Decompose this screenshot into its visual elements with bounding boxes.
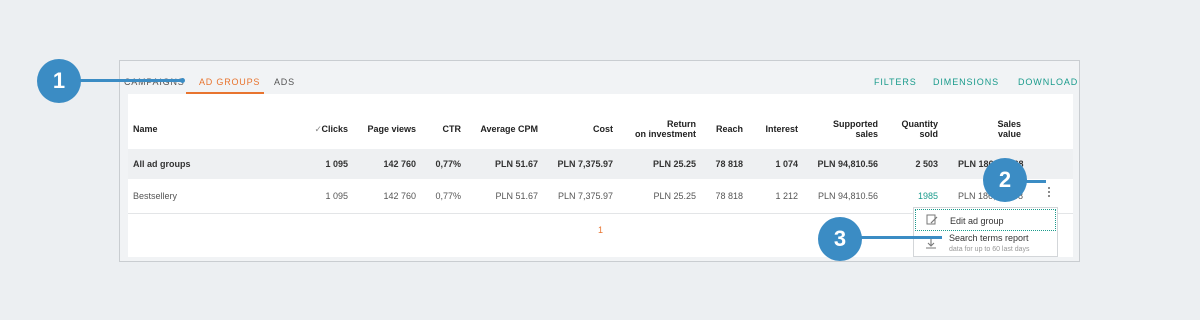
header-supported-line2: sales bbox=[855, 129, 878, 139]
cell-ctr: 0,77% bbox=[435, 191, 461, 201]
menu-item-edit-ad-group[interactable]: Edit ad group bbox=[915, 209, 1056, 231]
cell-clicks: 1 095 bbox=[325, 191, 348, 201]
cell-quantity-sold-link[interactable]: 1985 bbox=[888, 191, 938, 201]
filters-button[interactable]: FILTERS bbox=[874, 77, 917, 87]
callout-1-leader-end bbox=[180, 78, 185, 83]
callout-3-badge: 3 bbox=[818, 217, 862, 261]
table-row-total: All ad groups 1 095 142 760 0,77% PLN 51… bbox=[128, 149, 1073, 179]
cell-ctr: 0,77% bbox=[435, 159, 461, 169]
callout-1-leader bbox=[78, 79, 182, 82]
header-quantity-line2: sold bbox=[919, 129, 938, 139]
search-terms-report-note: data for up to 60 last days bbox=[949, 246, 1030, 253]
header-ctr[interactable]: CTR bbox=[428, 124, 462, 134]
download-icon bbox=[926, 239, 936, 249]
header-average-cpm[interactable]: Average CPM bbox=[468, 124, 538, 134]
cell-name: Bestsellery bbox=[133, 191, 178, 201]
header-cost[interactable]: Cost bbox=[558, 124, 613, 134]
header-roi[interactable]: Return on investment bbox=[618, 119, 696, 139]
callout-3-leader bbox=[858, 236, 942, 239]
cell-reach: 78 818 bbox=[715, 159, 743, 169]
cell-quantity-sold: 2 503 bbox=[915, 159, 938, 169]
tab-ads[interactable]: ADS bbox=[274, 77, 295, 87]
cell-average-cpm: PLN 51.67 bbox=[495, 191, 538, 201]
cell-cost: PLN 7,375.97 bbox=[557, 191, 613, 201]
cell-clicks: 1 095 bbox=[325, 159, 348, 169]
header-supported-line1: Supported bbox=[833, 119, 878, 129]
cell-cost: PLN 7,375.97 bbox=[557, 159, 613, 169]
cell-reach: 78 818 bbox=[715, 191, 743, 201]
tab-bar: CAMPAIGNS AD GROUPS ADS FILTERS DIMENSIO… bbox=[120, 61, 1079, 95]
row-actions-menu: Edit ad group Search terms report data f… bbox=[913, 207, 1058, 257]
cell-page-views: 142 760 bbox=[383, 191, 416, 201]
cell-interest: 1 212 bbox=[775, 191, 798, 201]
search-terms-report-label: Search terms report bbox=[949, 233, 1029, 243]
header-quantity-sold[interactable]: Quantity sold bbox=[888, 119, 938, 139]
dimensions-button[interactable]: DIMENSIONS bbox=[933, 77, 999, 87]
header-supported-sales[interactable]: Supported sales bbox=[808, 119, 878, 139]
cell-supported-sales: PLN 94,810.56 bbox=[817, 191, 878, 201]
pagination-page-1[interactable]: 1 bbox=[598, 225, 603, 235]
download-button[interactable]: DOWNLOAD bbox=[1018, 77, 1078, 87]
cell-name: All ad groups bbox=[133, 159, 191, 169]
header-page-views[interactable]: Page views bbox=[353, 124, 416, 134]
edit-ad-group-label: Edit ad group bbox=[950, 216, 1004, 226]
header-sales-line1: Sales bbox=[997, 119, 1021, 129]
header-roi-line1: Return bbox=[667, 119, 696, 129]
header-quantity-line1: Quantity bbox=[901, 119, 938, 129]
cell-interest: 1 074 bbox=[775, 159, 798, 169]
cell-roi: PLN 25.25 bbox=[652, 159, 696, 169]
callout-2-leader bbox=[1024, 180, 1046, 183]
cell-average-cpm: PLN 51.67 bbox=[494, 159, 538, 169]
header-name[interactable]: Name bbox=[133, 124, 158, 134]
header-sales-line2: value bbox=[997, 129, 1021, 139]
header-interest[interactable]: Interest bbox=[753, 124, 798, 134]
cell-page-views: 142 760 bbox=[383, 159, 416, 169]
header-reach[interactable]: Reach bbox=[703, 124, 743, 134]
header-roi-line2: on investment bbox=[634, 129, 696, 139]
callout-1-badge: 1 bbox=[37, 59, 81, 103]
tab-ad-groups[interactable]: AD GROUPS bbox=[199, 77, 260, 87]
header-clicks[interactable]: Clicks bbox=[308, 124, 348, 134]
callout-2-badge: 2 bbox=[983, 158, 1027, 202]
edit-icon bbox=[926, 214, 938, 225]
cell-supported-sales: PLN 94,810.56 bbox=[817, 159, 878, 169]
cell-roi: PLN 25.25 bbox=[653, 191, 696, 201]
header-sales-value[interactable]: Sales value bbox=[968, 119, 1021, 139]
row-actions-icon[interactable] bbox=[1044, 186, 1054, 200]
